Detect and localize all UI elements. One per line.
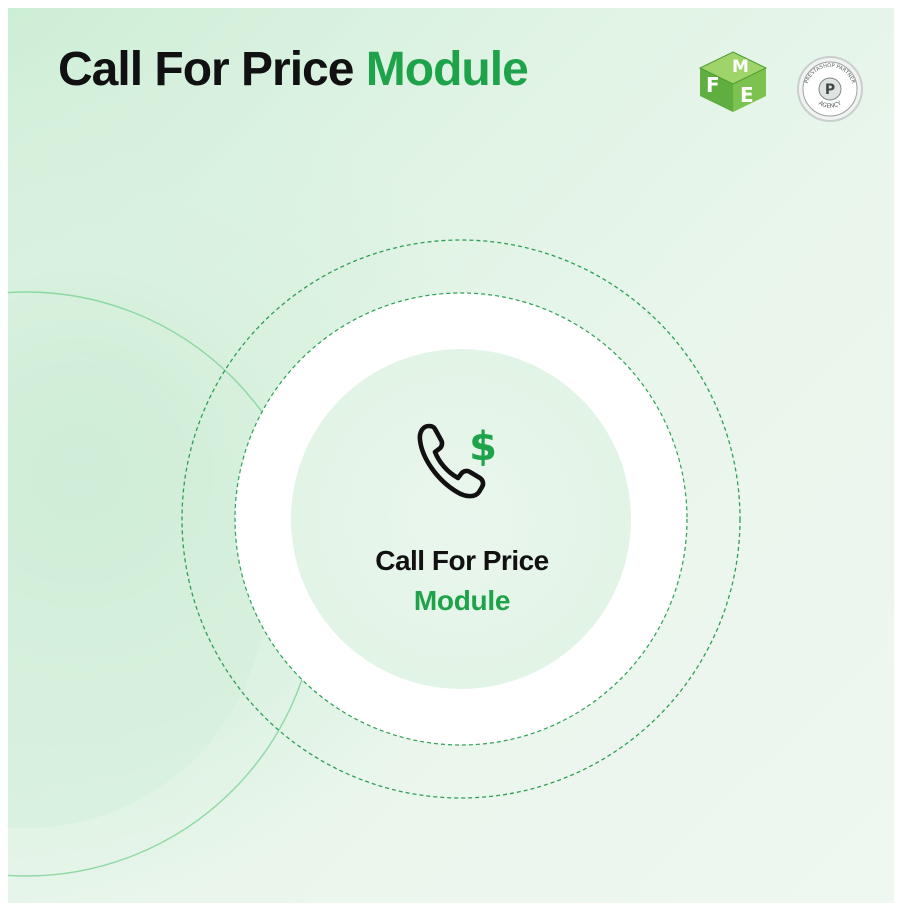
prestashop-partner-agency-badge-icon: PRESTASHOP PARTNER AGENCY P bbox=[797, 56, 863, 122]
fme-cube-logo-icon: F M E bbox=[698, 51, 768, 112]
page: Call For Price Module F M E PRESTASHOP P… bbox=[0, 0, 902, 907]
center-title: Call For Price bbox=[375, 545, 549, 576]
badge-monogram: P bbox=[825, 82, 835, 98]
banner-canvas: Call For Price Module F M E PRESTASHOP P… bbox=[8, 8, 894, 903]
fme-letter-f: F bbox=[706, 73, 720, 97]
page-title-dark: Call For Price bbox=[58, 43, 354, 96]
page-title: Call For Price Module bbox=[58, 43, 529, 96]
fme-letter-m: M bbox=[732, 57, 749, 77]
center-content: $ Call For Price Module bbox=[282, 414, 642, 617]
left-soft-circle bbox=[8, 348, 266, 828]
phone-dollar-icon: $ bbox=[417, 423, 497, 499]
dollar-icon: $ bbox=[469, 424, 497, 470]
page-title-green: Module bbox=[365, 43, 529, 96]
fme-letter-e: E bbox=[740, 83, 754, 107]
center-subtitle: Module bbox=[413, 584, 511, 616]
